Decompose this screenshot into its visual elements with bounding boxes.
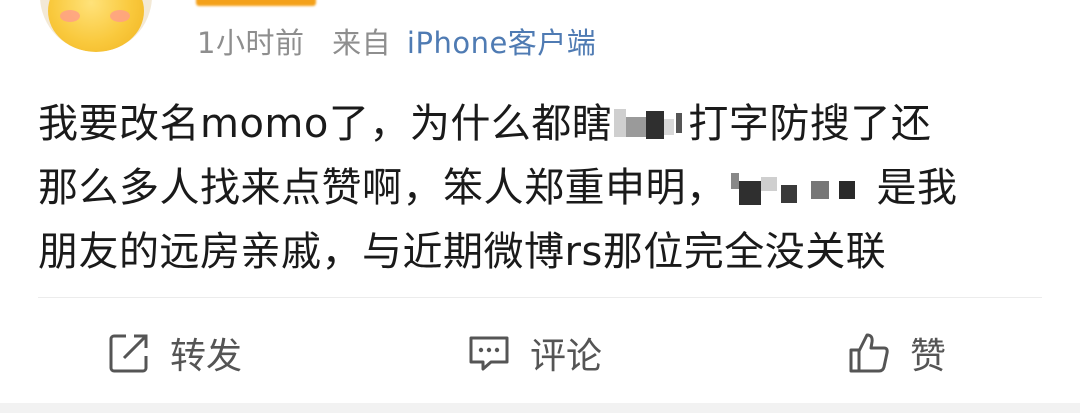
content-line-1: 我要改名momo了，为什么都瞎 打字防搜了还 [38,101,932,147]
comment-button[interactable]: 评论 [466,318,602,388]
like-label: 赞 [910,336,947,377]
post-meta: 1小时前 来自 iPhone客户端 [197,20,596,62]
avatar-face-icon [48,0,144,52]
section-gap [0,403,1080,413]
repost-label: 转发 [170,336,243,377]
source-device-link[interactable]: iPhone客户端 [407,26,596,60]
divider [38,297,1042,298]
content-line-3: 朋友的远房亲戚，与近期微博rs那位完全没关联 [38,229,887,275]
post-content: 我要改名momo了，为什么都瞎 打字防搜了还 那么多人找来点赞啊，笨人郑重申明，… [38,92,1038,284]
username-blurred[interactable] [196,0,316,6]
comment-icon [469,336,509,371]
comment-label: 评论 [530,336,603,377]
censor-mosaic [612,103,688,143]
source-label: 来自 [332,26,392,60]
avatar[interactable] [40,0,152,52]
share-icon [109,334,148,373]
content-line-2: 那么多人找来点赞啊，笨人郑重申明， 是我 [38,165,958,211]
repost-button[interactable]: 转发 [106,318,242,388]
weibo-post-card: 1小时前 来自 iPhone客户端 我要改名momo了，为什么都瞎 打字防搜了还… [0,0,1080,403]
post-actions: 转发 评论 赞 [0,318,1080,388]
censor-mosaic [727,167,877,207]
like-button[interactable]: 赞 [846,318,946,388]
thumbs-up-icon [849,333,889,373]
post-time: 1小时前 [197,26,305,60]
